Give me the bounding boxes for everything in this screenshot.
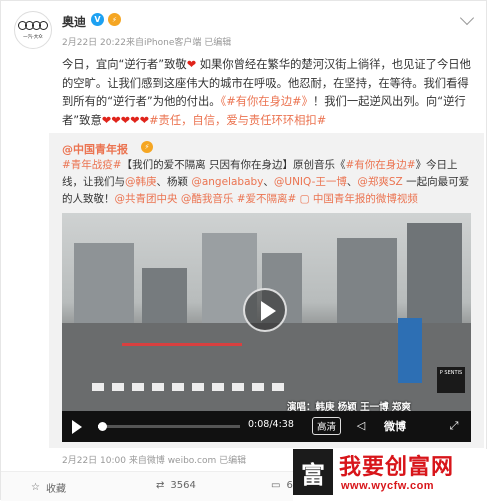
topic-link[interactable]: 《#有你在身边#》: [221, 95, 313, 108]
weibo-card: 一汽-大众 奥迪 V ⚡ 2月22日 20:22来自iPhone客户端 已编辑 …: [0, 0, 487, 501]
text-segment: 今日，宜向“逆行者”致敬: [62, 58, 187, 71]
topic-link[interactable]: #爱不隔离#: [237, 193, 297, 205]
play-icon[interactable]: [72, 420, 82, 434]
repost-count: 3564: [170, 480, 196, 491]
audi-logo-icon: [18, 20, 48, 30]
banner-url: www.wycfw.com: [341, 480, 435, 492]
fullscreen-icon[interactable]: ⤢: [447, 419, 461, 433]
chevron-down-icon[interactable]: [459, 10, 475, 26]
video-controls: 0:08/4:38 高清 ◁ 微博 ⤢: [62, 411, 471, 442]
topic-link[interactable]: #有你在身边#: [345, 159, 415, 171]
text-segment: 【我们的爱不隔离 只因有你在身边】原创音乐《: [121, 159, 346, 171]
repost-button[interactable]: ⇄ 3564: [156, 480, 196, 491]
heart-icons: ❤❤❤❤❤: [101, 113, 150, 127]
comment-icon: ▭: [271, 480, 281, 491]
comment-button[interactable]: ▭ 6: [271, 480, 293, 491]
post-meta: 2月22日 20:22来自iPhone客户端 已编辑: [62, 38, 232, 48]
repost-author[interactable]: @中国青年报: [62, 141, 128, 157]
mention-link[interactable]: @郑爽SZ: [357, 176, 402, 188]
mention-link[interactable]: @酷我音乐: [181, 193, 234, 205]
progress-knob[interactable]: [98, 422, 108, 431]
video-link[interactable]: ▢ 中国青年报的微博视频: [300, 193, 418, 205]
star-icon: ☆: [31, 482, 40, 493]
repost-text: #青年战疫#【我们的爱不隔离 只因有你在身边】原创音乐《#有你在身边#》今日上线…: [62, 157, 474, 208]
topic-link[interactable]: #青年战疫#: [62, 159, 122, 171]
mention-link[interactable]: @UNIQ-王一博: [274, 176, 347, 188]
play-icon[interactable]: [243, 288, 287, 332]
mention-link[interactable]: @韩庚: [125, 176, 157, 188]
avatar[interactable]: 一汽-大众: [14, 11, 52, 49]
brand-sub-label: 一汽-大众: [23, 33, 43, 40]
text-segment: 、: [263, 176, 274, 188]
text-segment: 、杨颖: [156, 176, 192, 188]
username[interactable]: 奥迪: [62, 13, 86, 30]
mention-link[interactable]: @angelababy: [191, 176, 263, 188]
volume-icon[interactable]: ◁: [354, 419, 368, 433]
heart-icon: ❤: [186, 58, 197, 71]
video-frame[interactable]: P SENTIS 演唱：韩庚 杨颖 王一博 郑爽: [62, 213, 471, 413]
repost-box: @中国青年报 ⚡ #青年战疫#【我们的爱不隔离 只因有你在身边】原创音乐《#有你…: [49, 133, 484, 466]
comment-count: 6: [286, 480, 293, 491]
favorite-label: 收藏: [45, 484, 66, 495]
topic-link[interactable]: #责任，自信，爱与责任环环相扣#: [149, 114, 326, 127]
post-text: 今日，宜向“逆行者”致敬❤ 如果你曾经在繁华的楚河汉街上徜徉，也见证了今日他的空…: [62, 56, 474, 130]
weibo-mark: 微博: [384, 420, 406, 433]
mention-link[interactable]: @共青团中央: [115, 193, 178, 205]
video-player[interactable]: P SENTIS 演唱：韩庚 杨颖 王一博 郑爽 0:08/4:38 高清 ◁ …: [62, 213, 471, 442]
progress-bar[interactable]: [98, 422, 240, 431]
text-segment: 、: [346, 176, 358, 188]
banner-title: 我要创富网: [339, 455, 455, 480]
post-header: 一汽-大众 奥迪 V ⚡ 2月22日 20:22来自iPhone客户端 已编辑: [1, 1, 487, 51]
site-banner: 富 我要创富网 www.wycfw.com: [293, 449, 487, 501]
repost-icon: ⇄: [156, 480, 165, 491]
watermark: P SENTIS: [437, 367, 465, 393]
level-icon: ⚡: [108, 13, 121, 26]
verified-icon: V: [91, 13, 104, 26]
video-link-label: 中国青年报的微博视频: [312, 193, 418, 205]
level-icon: ⚡: [141, 141, 153, 153]
favorite-button[interactable]: ☆ 收藏: [31, 480, 66, 495]
banner-logo: 富: [293, 449, 333, 495]
repost-meta: 2月22日 10:00 来自微博 weibo.com 已编辑: [62, 456, 247, 466]
quality-button[interactable]: 高清: [312, 417, 342, 435]
time-display: 0:08/4:38: [248, 419, 294, 430]
